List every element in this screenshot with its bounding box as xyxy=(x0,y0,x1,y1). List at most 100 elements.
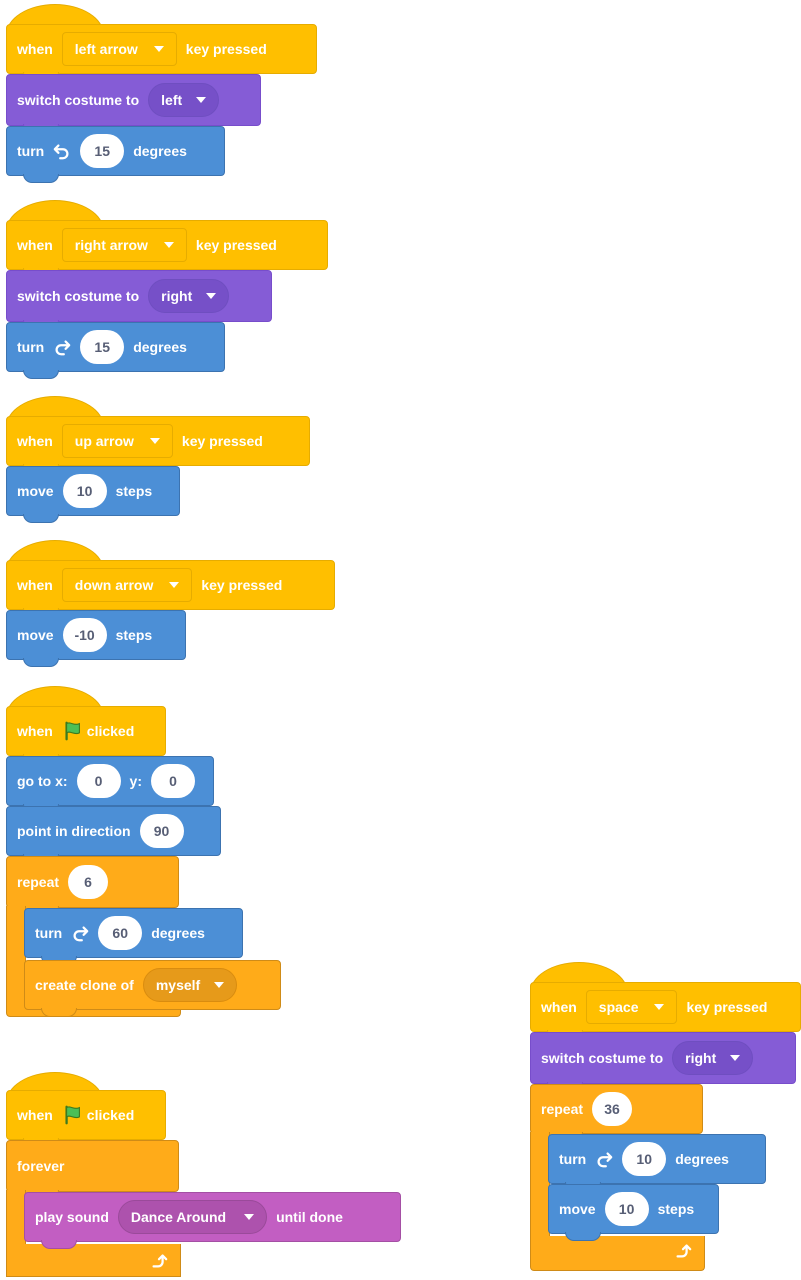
x-input[interactable]: 0 xyxy=(76,764,121,798)
block-label: key pressed xyxy=(185,41,267,57)
rotate-right-icon xyxy=(73,926,89,942)
when-flag-clicked-block[interactable]: when clicked xyxy=(6,706,166,763)
block-label: steps xyxy=(115,483,153,499)
block-label: turn xyxy=(559,1151,587,1167)
repeat-count-input[interactable]: 36 xyxy=(592,1092,633,1126)
when-key-pressed-block[interactable]: when left arrow key pressed xyxy=(6,24,317,81)
costume-dropdown[interactable]: left xyxy=(148,83,220,117)
costume-dropdown[interactable]: right xyxy=(148,279,230,313)
block-label: when xyxy=(17,433,53,449)
dropdown-value: left arrow xyxy=(74,41,138,57)
go-to-xy-block[interactable]: go to x: 0 y: 0 xyxy=(6,756,214,813)
dropdown-value: space xyxy=(598,999,639,1015)
block-label: switch costume to xyxy=(17,288,140,304)
block-label: key pressed xyxy=(686,999,768,1015)
key-dropdown[interactable]: down arrow xyxy=(61,568,193,602)
repeat-count-input[interactable]: 6 xyxy=(68,865,109,899)
when-key-pressed-block[interactable]: when up arrow key pressed xyxy=(6,416,310,473)
green-flag-icon xyxy=(65,1105,80,1125)
block-label: turn xyxy=(17,143,45,159)
rotate-left-icon xyxy=(53,144,69,160)
key-dropdown[interactable]: space xyxy=(585,990,678,1024)
key-dropdown[interactable]: left arrow xyxy=(61,32,177,66)
move-steps-block[interactable]: move 10 steps xyxy=(548,1184,719,1241)
play-sound-until-done-block[interactable]: play sound Dance Around until done xyxy=(24,1192,401,1249)
block-label: key pressed xyxy=(181,433,263,449)
block-label: when xyxy=(541,999,577,1015)
block-label: repeat xyxy=(541,1101,584,1117)
dropdown-caret-icon xyxy=(149,438,160,444)
turn-right-block[interactable]: turn 60 degrees xyxy=(24,908,243,965)
dropdown-caret-icon xyxy=(153,46,164,52)
block-label: move xyxy=(17,627,54,643)
switch-costume-block[interactable]: switch costume to right xyxy=(6,270,272,329)
turn-left-block[interactable]: turn 15 degrees xyxy=(6,126,225,183)
rotate-right-icon xyxy=(597,1152,613,1168)
degrees-input[interactable]: 10 xyxy=(622,1142,667,1176)
switch-costume-block[interactable]: switch costume to left xyxy=(6,74,261,133)
create-clone-block[interactable]: create clone of myself xyxy=(24,960,281,1017)
repeat-header[interactable]: repeat 6 xyxy=(6,856,179,915)
repeat-footer[interactable] xyxy=(530,1236,705,1271)
degrees-input[interactable]: 15 xyxy=(80,330,125,364)
when-key-pressed-block[interactable]: when right arrow key pressed xyxy=(6,220,328,277)
turn-right-block[interactable]: turn 15 degrees xyxy=(6,322,225,379)
green-flag-icon xyxy=(65,721,80,741)
forever-block[interactable]: forever play sound Dance Around until do… xyxy=(6,1140,401,1280)
degrees-input[interactable]: 15 xyxy=(80,134,125,168)
repeat-block[interactable]: repeat 36 turn 10 degrees move 10 steps xyxy=(530,1084,766,1272)
move-steps-block[interactable]: move -10 steps xyxy=(6,610,186,667)
dropdown-value: myself xyxy=(155,977,201,993)
block-label: steps xyxy=(115,627,153,643)
switch-costume-block[interactable]: switch costume to right xyxy=(530,1032,796,1091)
repeat-arm xyxy=(6,906,26,970)
block-label: when xyxy=(17,577,53,593)
block-label: switch costume to xyxy=(541,1050,664,1066)
dropdown-value: right xyxy=(161,288,193,304)
dropdown-caret-icon xyxy=(214,982,225,988)
block-label: steps xyxy=(657,1201,695,1217)
degrees-input[interactable]: 60 xyxy=(98,916,143,950)
block-label: key pressed xyxy=(195,237,277,253)
forever-arm xyxy=(6,1190,26,1250)
block-label: point in direction xyxy=(17,823,131,839)
dropdown-caret-icon xyxy=(206,293,217,299)
block-label: until done xyxy=(276,1209,343,1225)
dropdown-value: down arrow xyxy=(74,577,154,593)
repeat-header[interactable]: repeat 36 xyxy=(530,1084,703,1141)
steps-input[interactable]: 10 xyxy=(604,1192,649,1226)
direction-input[interactable]: 90 xyxy=(139,814,184,848)
y-input[interactable]: 0 xyxy=(151,764,195,798)
forever-footer[interactable] xyxy=(6,1244,181,1277)
repeat-arm xyxy=(530,1132,550,1238)
block-label: when xyxy=(17,1107,53,1123)
block-label: play sound xyxy=(35,1209,109,1225)
steps-input[interactable]: -10 xyxy=(62,618,107,652)
dropdown-caret-icon xyxy=(654,1004,665,1010)
point-in-direction-block[interactable]: point in direction 90 xyxy=(6,806,221,863)
dropdown-caret-icon xyxy=(730,1055,741,1061)
clone-target-dropdown[interactable]: myself xyxy=(142,968,238,1002)
rotate-right-icon xyxy=(55,340,71,356)
when-key-pressed-block[interactable]: when down arrow key pressed xyxy=(6,560,335,617)
block-label: create clone of xyxy=(35,977,134,993)
when-flag-clicked-block[interactable]: when clicked xyxy=(6,1090,166,1147)
forever-header[interactable]: forever xyxy=(6,1140,179,1199)
block-label: when xyxy=(17,723,53,739)
key-dropdown[interactable]: up arrow xyxy=(61,424,173,458)
block-label: y: xyxy=(129,773,142,789)
costume-dropdown[interactable]: right xyxy=(672,1041,754,1075)
dropdown-value: right xyxy=(685,1050,717,1066)
steps-input[interactable]: 10 xyxy=(62,474,107,508)
sound-dropdown[interactable]: Dance Around xyxy=(117,1200,268,1234)
block-label: when xyxy=(17,41,53,57)
block-label: degrees xyxy=(133,143,187,159)
key-dropdown[interactable]: right arrow xyxy=(61,228,187,262)
repeat-block[interactable]: repeat 6 turn 60 degrees create clone of… xyxy=(6,856,281,1018)
block-label: clicked xyxy=(86,1107,135,1123)
block-label: switch costume to xyxy=(17,92,140,108)
turn-right-block[interactable]: turn 10 degrees xyxy=(548,1134,766,1191)
when-key-pressed-block[interactable]: when space key pressed xyxy=(530,982,801,1039)
block-label: turn xyxy=(35,925,63,941)
move-steps-block[interactable]: move 10 steps xyxy=(6,466,180,523)
